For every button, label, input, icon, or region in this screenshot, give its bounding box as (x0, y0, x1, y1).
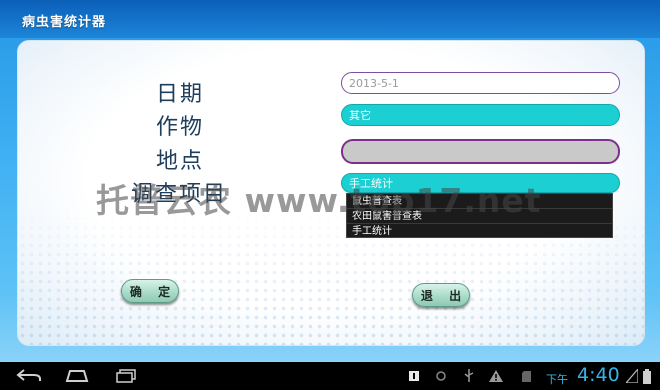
place-input[interactable] (341, 139, 620, 164)
place-label: 地点 (156, 149, 205, 174)
back-icon[interactable] (14, 366, 44, 386)
system-navigation-bar: 下午 4:40 (0, 362, 660, 390)
watermark-text: 托普云农 www.top17.net (96, 181, 542, 220)
notification-icon[interactable] (406, 366, 422, 386)
title-bar: 病虫害统计器 (0, 0, 660, 38)
crop-select[interactable]: 其它 (341, 104, 620, 126)
sd-card-icon (519, 366, 533, 386)
crop-select-value: 其它 (349, 109, 371, 122)
status-time: 4:40 (577, 364, 620, 386)
home-icon[interactable] (64, 366, 90, 386)
recent-apps-icon[interactable] (114, 366, 138, 386)
app-title: 病虫害统计器 (22, 15, 107, 30)
sync-icon (433, 366, 449, 386)
dropdown-option[interactable]: 手工统计 (347, 224, 612, 239)
crop-label: 作物 (156, 115, 205, 140)
date-label: 日期 (156, 82, 205, 107)
date-field[interactable]: 2013-5-1 (341, 72, 620, 94)
signal-icon (625, 366, 639, 386)
battery-icon (641, 366, 653, 386)
confirm-button[interactable]: 确 定 (121, 279, 179, 303)
exit-button[interactable]: 退 出 (412, 283, 470, 307)
warning-icon (488, 366, 504, 386)
usb-icon (461, 366, 477, 386)
date-field-text: 2013-5-1 (349, 76, 399, 90)
status-ampm: 下午 (546, 373, 568, 386)
